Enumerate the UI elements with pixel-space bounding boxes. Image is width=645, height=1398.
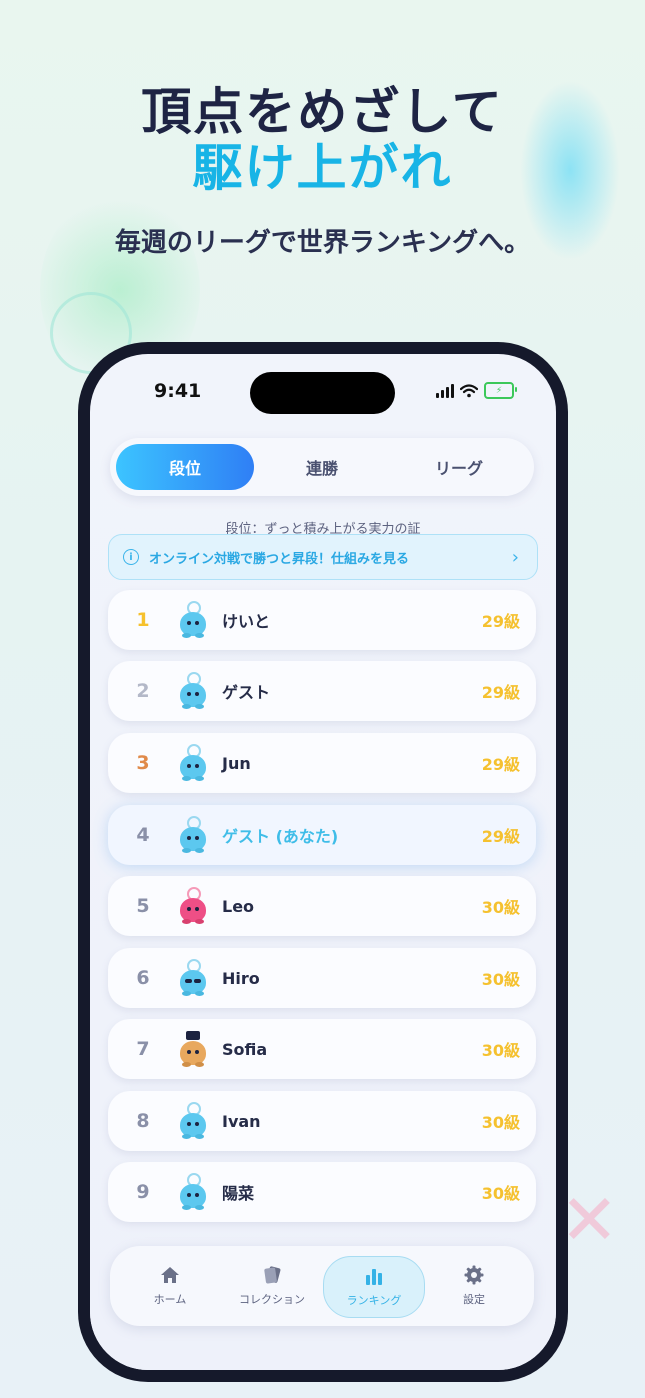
rank-number: 9 xyxy=(136,1181,150,1203)
player-grade: 30級 xyxy=(481,970,520,989)
player-grade: 29級 xyxy=(481,755,520,774)
home-icon xyxy=(161,1267,179,1283)
phone-frame: 9:41 ⚡ 段位 連勝 リーグ 段位：ずっと積み上がる実力の証 i オンライン… xyxy=(78,342,568,1382)
chevron-right-icon: › xyxy=(511,546,519,568)
leaderboard-row[interactable]: 5 Leo 30級 xyxy=(108,876,536,936)
leaderboard-row[interactable]: 1 けいと 29級 xyxy=(108,590,536,650)
rank-number: 8 xyxy=(136,1110,150,1132)
avatar xyxy=(178,1029,208,1069)
nav-home-label: ホーム xyxy=(153,1293,187,1306)
rank-number: 3 xyxy=(136,752,150,774)
avatar xyxy=(178,600,208,640)
player-grade: 30級 xyxy=(481,1041,520,1060)
avatar xyxy=(178,958,208,998)
avatar xyxy=(178,1101,208,1141)
player-grade: 30級 xyxy=(481,1184,520,1203)
decorative-x-mark: ✕ xyxy=(560,1179,619,1261)
hero-subtitle: 毎週のリーグで世界ランキングへ。 xyxy=(114,228,531,258)
nav-collection-label: コレクション xyxy=(239,1293,305,1306)
player-name: けいと xyxy=(222,612,271,631)
status-time: 9:41 xyxy=(154,380,202,402)
player-name: Leo xyxy=(222,896,255,916)
info-icon: i xyxy=(123,549,139,565)
player-name: Sofia xyxy=(222,1039,268,1059)
hero-title-line2: 駆け上がれ xyxy=(192,139,453,197)
tab-streak[interactable]: 連勝 xyxy=(253,444,391,490)
dynamic-island xyxy=(250,372,395,414)
player-name: 陽菜 xyxy=(222,1184,255,1203)
leaderboard-row[interactable]: 9 陽菜 30級 xyxy=(108,1162,536,1222)
avatar xyxy=(178,1172,208,1212)
tab-league[interactable]: リーグ xyxy=(390,444,528,490)
player-grade: 29級 xyxy=(481,683,520,702)
rank-number: 1 xyxy=(136,609,150,631)
player-name: Hiro xyxy=(222,968,260,988)
info-banner-text: オンライン対戦で勝つと昇段！仕組みを見る xyxy=(149,551,410,567)
bar-chart-icon xyxy=(366,1269,382,1285)
cards-icon xyxy=(264,1266,281,1284)
leaderboard-row[interactable]: 2 ゲスト 29級 xyxy=(108,661,536,721)
wifi-icon xyxy=(460,383,478,397)
bottom-nav: ホーム コレクション ランキング 設定 xyxy=(110,1246,534,1326)
ranking-tabs: 段位 連勝 リーグ xyxy=(110,438,534,496)
tab-rank[interactable]: 段位 xyxy=(116,444,254,490)
cellular-signal-icon xyxy=(436,383,454,398)
rank-number: 5 xyxy=(136,895,150,917)
nav-collection[interactable]: コレクション xyxy=(222,1256,322,1316)
nav-home[interactable]: ホーム xyxy=(120,1256,220,1316)
status-icons: ⚡ xyxy=(436,382,517,399)
gear-icon xyxy=(464,1265,484,1285)
player-grade: 30級 xyxy=(481,1113,520,1132)
rank-number: 4 xyxy=(136,824,150,846)
leaderboard-row[interactable]: 8 Ivan 30級 xyxy=(108,1091,536,1151)
avatar xyxy=(178,671,208,711)
battery-charging-icon: ⚡ xyxy=(484,382,517,399)
nav-ranking[interactable]: ランキング xyxy=(323,1256,425,1318)
player-name: ゲスト xyxy=(222,683,271,702)
rank-number: 7 xyxy=(136,1038,150,1060)
nav-settings[interactable]: 設定 xyxy=(424,1256,524,1316)
leaderboard-row[interactable]: 3 Jun 29級 xyxy=(108,733,536,793)
player-name: ゲスト (あなた) xyxy=(222,827,339,846)
nav-ranking-label: ランキング xyxy=(346,1294,402,1307)
player-grade: 30級 xyxy=(481,898,520,917)
player-grade: 29級 xyxy=(481,827,520,846)
rank-number: 6 xyxy=(136,967,150,989)
info-banner[interactable]: i オンライン対戦で勝つと昇段！仕組みを見る › xyxy=(108,534,538,580)
avatar xyxy=(178,743,208,783)
leaderboard-row[interactable]: 7 Sofia 30級 xyxy=(108,1019,536,1079)
phone-screen: 9:41 ⚡ 段位 連勝 リーグ 段位：ずっと積み上がる実力の証 i オンライン… xyxy=(90,354,556,1370)
player-name: Ivan xyxy=(222,1111,261,1131)
leaderboard-row[interactable]: 6 Hiro 30級 xyxy=(108,948,536,1008)
avatar xyxy=(178,886,208,926)
avatar xyxy=(178,815,208,855)
leaderboard-row-current-user[interactable]: 4 ゲスト (あなた) 29級 xyxy=(108,805,536,865)
player-name: Jun xyxy=(222,753,251,773)
nav-settings-label: 設定 xyxy=(463,1293,485,1306)
player-grade: 29級 xyxy=(481,612,520,631)
rank-number: 2 xyxy=(136,680,150,702)
